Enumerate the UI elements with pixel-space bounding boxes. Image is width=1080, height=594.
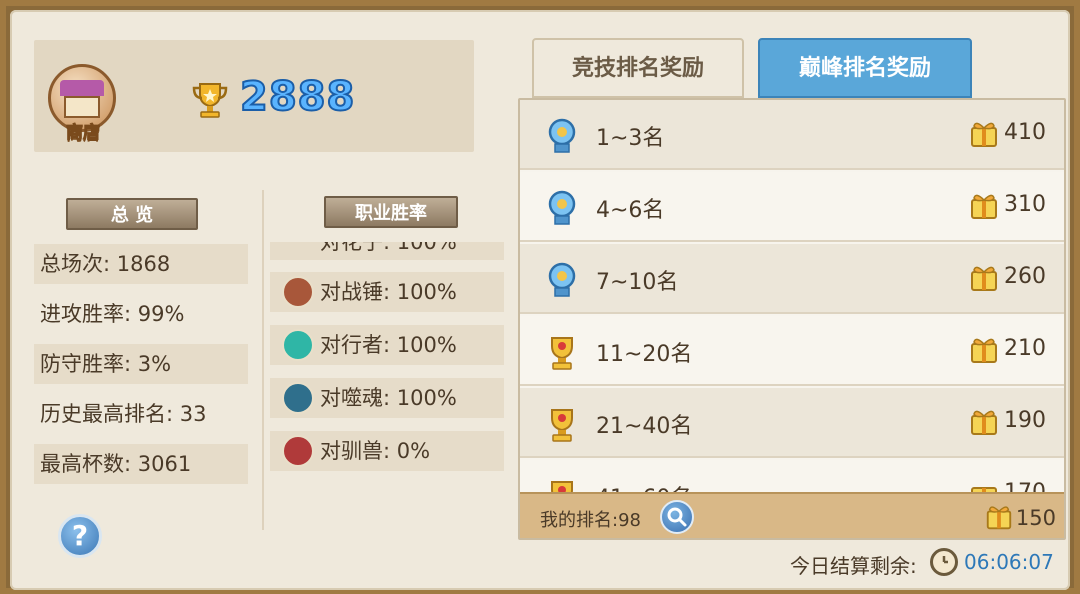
class-row-label: 对行者: 100% xyxy=(320,333,457,357)
trophy-count: 2888 xyxy=(239,73,356,121)
blue-medal-icon xyxy=(548,118,576,153)
rank-reward-value: 260 xyxy=(1004,264,1046,289)
blue-medal-icon xyxy=(548,190,576,225)
rank-range: 21~40名 xyxy=(596,414,693,439)
class-row-partial-label: 对花子: 100% xyxy=(320,242,457,254)
rank-range: 4~6名 xyxy=(596,198,665,223)
shop-label: 商店 xyxy=(66,123,101,144)
tamer-icon xyxy=(282,435,314,467)
gold-trophy-icon xyxy=(551,337,573,370)
tab-competitive-rewards[interactable]: 竞技排名奖励 xyxy=(532,38,744,98)
my-rank-bar: 我的排名:98 150 xyxy=(520,492,1064,538)
class-row-warhammer: 对战锤: 100% xyxy=(270,272,504,312)
soul-eater-icon xyxy=(282,382,314,414)
my-rank-reward: 150 xyxy=(1015,506,1056,530)
rank-reward-value: 310 xyxy=(1004,192,1046,217)
class-row-walker: 对行者: 100% xyxy=(270,325,504,365)
gift-box-icon xyxy=(986,506,1012,530)
class-row-label: 对驯兽: 0% xyxy=(320,439,431,463)
gold-trophy-icon xyxy=(551,409,573,442)
stat-best-trophies: 最高杯数: 3061 xyxy=(34,444,248,484)
walker-icon xyxy=(282,329,314,361)
class-row-label: 对噬魂: 100% xyxy=(320,386,457,410)
search-icon[interactable] xyxy=(660,500,694,534)
blue-medal-icon xyxy=(548,262,576,297)
rank-reward-value: 410 xyxy=(1004,120,1046,145)
tab-peak-rewards[interactable]: 巅峰排名奖励 xyxy=(758,38,972,98)
gift-box-icon xyxy=(971,410,997,435)
gift-box-icon xyxy=(971,266,997,291)
rank-row: 21~40名 190 xyxy=(520,388,1064,458)
countdown-label: 今日结算剩余: xyxy=(790,554,917,578)
gift-box-icon xyxy=(971,338,997,363)
stat-defense-winrate: 防守胜率: 3% xyxy=(34,344,248,384)
trophy-icon xyxy=(192,83,228,118)
clock-icon xyxy=(930,548,958,576)
rank-reward-value: 190 xyxy=(1004,408,1046,433)
stat-attack-winrate: 进攻胜率: 99% xyxy=(40,302,185,326)
shop-roof xyxy=(60,80,104,96)
shop-building xyxy=(64,96,100,118)
rank-reward-value: 210 xyxy=(1004,336,1046,361)
rank-row: 4~6名 310 xyxy=(520,172,1064,242)
warhammer-icon xyxy=(282,276,314,308)
rank-range: 11~20名 xyxy=(596,342,693,367)
rank-reward-list[interactable]: 1~3名 410 4~6名 310 7~10名 260 11~20名 210 2… xyxy=(518,98,1066,540)
class-row-label: 对战锤: 100% xyxy=(320,280,457,304)
my-rank-label: 我的排名:98 xyxy=(540,510,641,531)
rank-range: 7~10名 xyxy=(596,270,679,295)
overview-title: 总 览 xyxy=(66,198,198,230)
rank-row: 11~20名 210 xyxy=(520,316,1064,386)
clock-hands-icon xyxy=(942,556,948,564)
magnifier-icon xyxy=(667,507,687,527)
rank-range: 1~3名 xyxy=(596,126,665,151)
class-row-soul-eater: 对噬魂: 100% xyxy=(270,378,504,418)
stat-best-rank: 历史最高排名: 33 xyxy=(40,402,207,426)
class-row-tamer: 对驯兽: 0% xyxy=(270,431,504,471)
stat-total-matches: 总场次: 1868 xyxy=(34,244,248,284)
countdown-value: 06:06:07 xyxy=(964,550,1054,574)
rank-row: 7~10名 260 xyxy=(520,244,1064,314)
shop-button[interactable]: 商店 xyxy=(44,62,122,144)
class-row-partial: 对花子: 100% xyxy=(270,242,504,260)
gift-box-icon xyxy=(971,122,997,147)
help-button[interactable]: ? xyxy=(58,514,102,558)
class-winrate-title: 职业胜率 xyxy=(324,196,458,228)
column-divider xyxy=(262,190,264,530)
rank-row: 1~3名 410 xyxy=(520,100,1064,170)
gift-box-icon xyxy=(971,194,997,219)
